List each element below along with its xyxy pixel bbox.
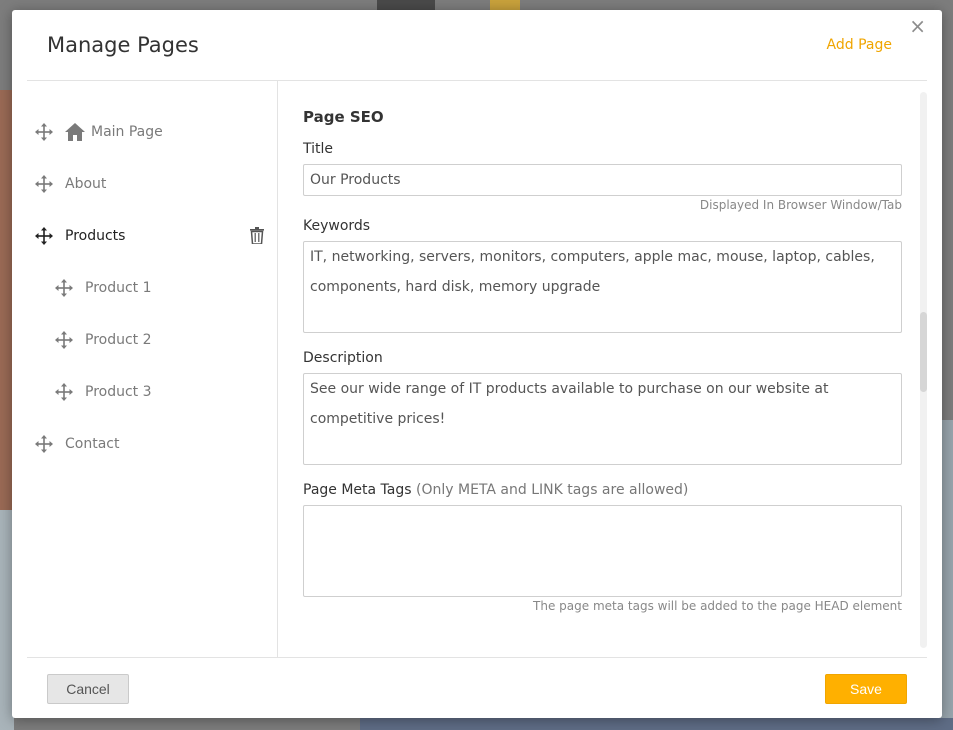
title-label: Title xyxy=(303,141,334,157)
meta-tags-hint: The page meta tags will be added to the … xyxy=(533,599,902,613)
page-item-product-3[interactable]: Product 3 xyxy=(55,380,152,404)
backdrop-top-accent xyxy=(490,0,520,10)
description-textarea[interactable]: See our wide range of IT products availa… xyxy=(303,373,902,465)
keywords-label: Keywords xyxy=(303,218,371,234)
page-item-label: Main Page xyxy=(91,124,163,140)
close-icon[interactable]: × xyxy=(909,16,926,36)
page-item-label: About xyxy=(65,176,107,192)
page-item-label: Contact xyxy=(65,436,120,452)
title-hint: Displayed In Browser Window/Tab xyxy=(699,198,902,212)
page-item-contact[interactable]: Contact xyxy=(35,432,119,456)
page-item-products[interactable]: Products xyxy=(35,224,270,248)
move-icon[interactable] xyxy=(35,227,53,245)
backdrop-bottom xyxy=(360,718,953,730)
page-list: Main Page About Products Product 1 Produ… xyxy=(27,81,278,657)
meta-tags-textarea[interactable] xyxy=(303,505,902,597)
page-item-product-2[interactable]: Product 2 xyxy=(55,328,152,352)
meta-tags-label-note: (Only META and LINK tags are allowed) xyxy=(416,482,689,498)
page-item-label: Product 1 xyxy=(85,280,152,296)
title-input[interactable] xyxy=(303,164,902,196)
move-icon[interactable] xyxy=(55,331,73,349)
move-icon[interactable] xyxy=(55,279,73,297)
keywords-textarea[interactable]: IT, networking, servers, monitors, compu… xyxy=(303,241,902,333)
move-icon[interactable] xyxy=(35,175,53,193)
page-item-product-1[interactable]: Product 1 xyxy=(55,276,152,300)
section-title: Page SEO xyxy=(303,108,384,126)
add-page-link[interactable]: Add Page xyxy=(827,37,892,53)
dialog-title: Manage Pages xyxy=(47,33,199,57)
move-icon[interactable] xyxy=(35,435,53,453)
page-item-label: Product 3 xyxy=(85,384,152,400)
page-item-label: Products xyxy=(65,228,126,244)
page-item-about[interactable]: About xyxy=(35,172,106,196)
page-item-main-page[interactable]: Main Page xyxy=(35,120,163,144)
scrollbar-thumb[interactable] xyxy=(920,312,927,392)
move-icon[interactable] xyxy=(55,383,73,401)
page-seo-panel: Page SEO Title Displayed In Browser Wind… xyxy=(279,81,915,657)
backdrop-top xyxy=(377,0,435,10)
manage-pages-dialog: × Manage Pages Add Page Main Page About xyxy=(12,10,942,718)
footer-divider xyxy=(27,657,927,658)
meta-tags-label-text: Page Meta Tags xyxy=(303,482,412,498)
meta-tags-label: Page Meta Tags (Only META and LINK tags … xyxy=(303,482,688,498)
description-label: Description xyxy=(303,350,383,366)
content-scrollbar[interactable] xyxy=(920,92,927,648)
move-icon[interactable] xyxy=(35,123,53,141)
cancel-button[interactable]: Cancel xyxy=(47,674,129,704)
home-icon xyxy=(65,123,85,141)
save-button[interactable]: Save xyxy=(825,674,907,704)
page-item-label: Product 2 xyxy=(85,332,152,348)
trash-icon[interactable] xyxy=(250,227,264,244)
